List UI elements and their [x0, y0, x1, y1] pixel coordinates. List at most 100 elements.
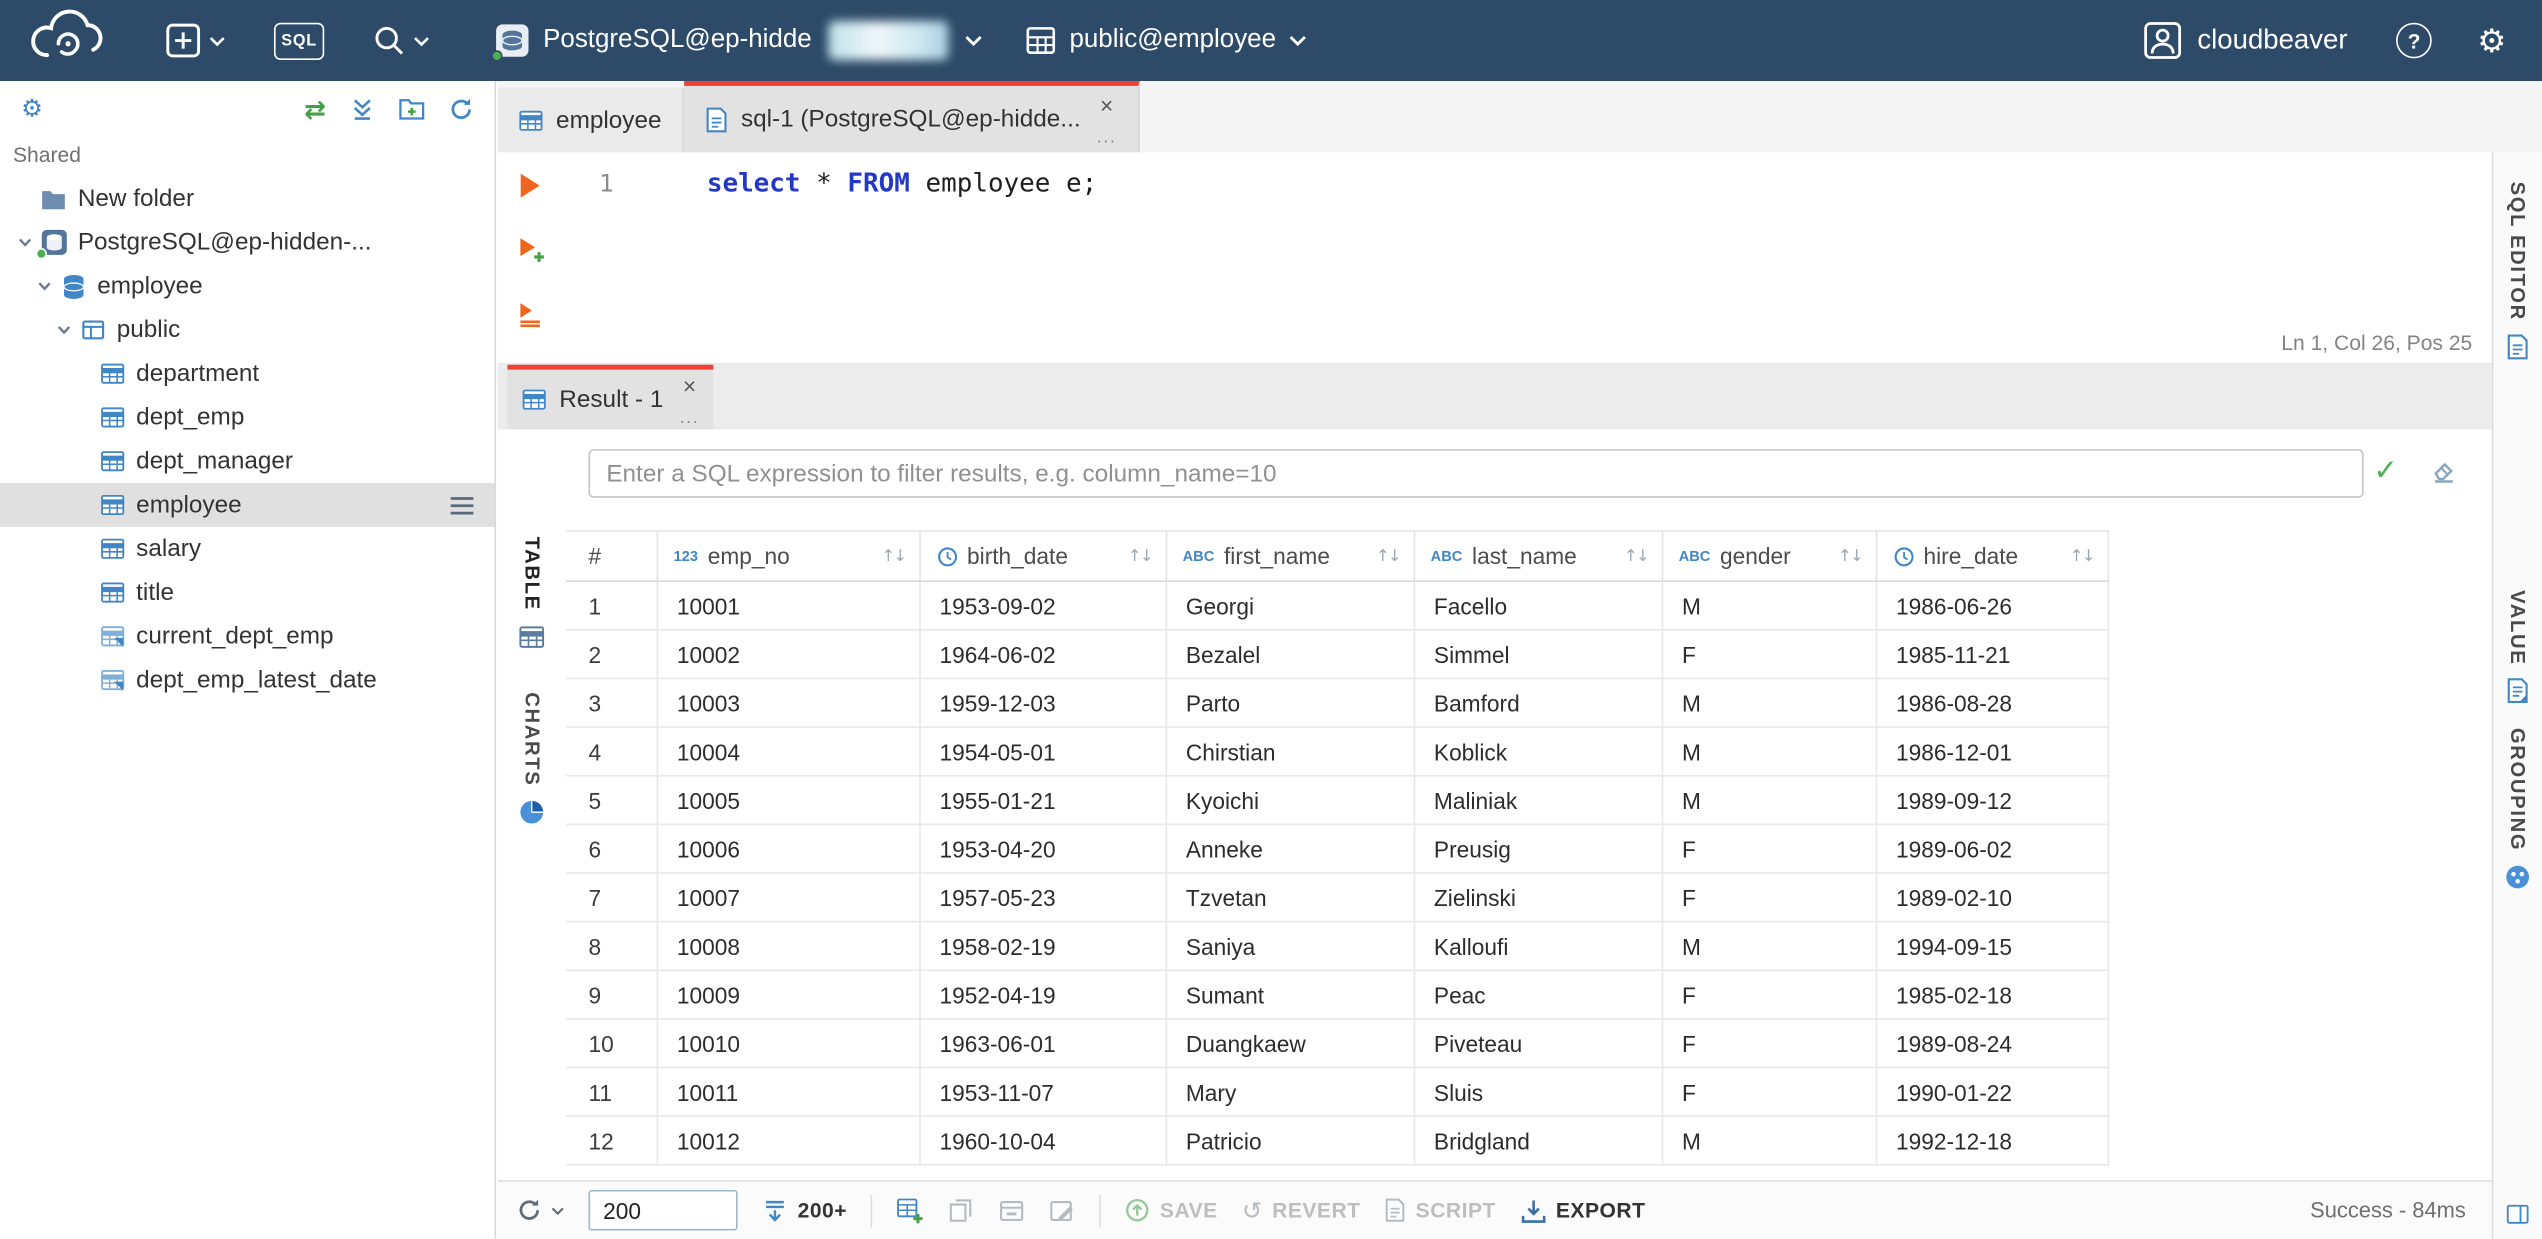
save-button[interactable]: SAVE — [1126, 1198, 1218, 1222]
grid-cell[interactable]: 10011 — [656, 1067, 921, 1117]
execute-query-button[interactable] — [517, 172, 541, 208]
grid-cell[interactable]: 1953-11-07 — [919, 1067, 1167, 1117]
grid-cell[interactable]: F — [1661, 824, 1877, 874]
column-header-gender[interactable]: ABC gender ↑↓ — [1661, 530, 1877, 583]
help-button[interactable]: ? — [2396, 22, 2432, 59]
tab-charts-presentation[interactable]: CHARTS — [498, 692, 566, 825]
grid-cell[interactable]: 10007 — [656, 873, 921, 923]
row-number-cell[interactable]: 4 — [565, 727, 658, 777]
sort-icon[interactable]: ↑↓ — [881, 547, 907, 565]
grid-cell[interactable]: F — [1661, 970, 1877, 1020]
grid-cell[interactable]: M — [1661, 678, 1877, 728]
grid-cell[interactable]: Kyoichi — [1165, 775, 1415, 826]
panel-toggle-icon[interactable] — [2493, 1203, 2542, 1226]
grid-cell[interactable]: 1954-05-01 — [919, 727, 1167, 777]
grid-cell[interactable]: Saniya — [1165, 921, 1415, 972]
grid-cell[interactable]: 1963-06-01 — [919, 1018, 1167, 1069]
revert-button[interactable]: ↺ REVERT — [1242, 1196, 1361, 1225]
sort-icon[interactable]: ↑↓ — [1838, 547, 1864, 565]
grid-cell[interactable]: 1989-02-10 — [1875, 873, 2109, 923]
collapse-all-icon[interactable] — [350, 96, 374, 120]
row-number-cell[interactable]: 2 — [565, 629, 658, 680]
row-number-cell[interactable]: 8 — [565, 921, 658, 972]
execute-query-new-tab-button[interactable] — [517, 237, 545, 273]
edit-value-button[interactable] — [1050, 1197, 1076, 1223]
row-number-cell[interactable]: 7 — [565, 873, 658, 923]
schema-selector[interactable]: public@employee — [1024, 24, 1307, 56]
export-button[interactable]: EXPORT — [1520, 1197, 1645, 1223]
tree-item-dept-emp-table[interactable]: dept_emp — [0, 396, 494, 440]
column-header-emp-no[interactable]: 123 emp_no ↑↓ — [656, 530, 921, 583]
grid-cell[interactable]: 1957-05-23 — [919, 873, 1167, 923]
sort-icon[interactable]: ↑↓ — [1376, 547, 1402, 565]
tree-item-dept-manager-table[interactable]: dept_manager — [0, 439, 494, 483]
delete-row-button[interactable] — [999, 1197, 1025, 1223]
grid-cell[interactable]: Maliniak — [1413, 775, 1663, 826]
row-number-cell[interactable]: 12 — [565, 1116, 658, 1166]
grid-row[interactable]: 4 10004 1954-05-01 Chirstian Koblick M 1… — [565, 727, 2109, 777]
grid-cell[interactable]: 1990-01-22 — [1875, 1067, 2109, 1117]
chevron-down-icon[interactable] — [49, 321, 78, 339]
grid-cell[interactable]: 1986-12-01 — [1875, 727, 2109, 777]
tab-grouping-panel[interactable]: GROUPING — [2493, 728, 2542, 890]
grid-cell[interactable]: 1953-04-20 — [919, 824, 1167, 874]
tab-value-panel[interactable]: VALUE — [2493, 590, 2542, 704]
grid-cell[interactable]: M — [1661, 1116, 1877, 1166]
grid-cell[interactable]: F — [1661, 629, 1877, 680]
grid-cell[interactable]: 10012 — [656, 1116, 921, 1166]
grid-cell[interactable]: Parto — [1165, 678, 1415, 728]
duplicate-row-button[interactable] — [949, 1197, 975, 1223]
sql-editor[interactable]: 1 select * FROM employee e; Ln 1, Col 26… — [497, 152, 2492, 365]
grid-cell[interactable]: Facello — [1413, 581, 1663, 631]
grid-cell[interactable]: Anneke — [1165, 824, 1415, 874]
refresh-results-button[interactable] — [517, 1198, 564, 1222]
grid-cell[interactable]: Piveteau — [1413, 1018, 1663, 1069]
row-limit-input[interactable] — [588, 1189, 738, 1231]
grid-cell[interactable]: Zielinski — [1413, 873, 1663, 923]
apply-filter-icon[interactable]: ✓ — [2373, 454, 2397, 488]
row-number-cell[interactable]: 9 — [565, 970, 658, 1020]
tab-more-icon[interactable]: ... — [1097, 128, 1117, 146]
sync-connection-icon[interactable]: ⇄ — [304, 93, 326, 124]
grid-cell[interactable]: Simmel — [1413, 629, 1663, 680]
grid-cell[interactable]: M — [1661, 921, 1877, 972]
grid-cell[interactable]: 1992-12-18 — [1875, 1116, 2109, 1166]
grid-row[interactable]: 6 10006 1953-04-20 Anneke Preusig F 1989… — [565, 824, 2109, 874]
grid-cell[interactable]: 1958-02-19 — [919, 921, 1167, 972]
row-number-cell[interactable]: 5 — [565, 775, 658, 826]
grid-cell[interactable]: M — [1661, 581, 1877, 631]
grid-row[interactable]: 10 10010 1963-06-01 Duangkaew Piveteau F… — [565, 1018, 2109, 1069]
settings-gear-icon[interactable]: ⚙ — [2477, 21, 2506, 60]
tree-item-new-folder[interactable]: New folder — [0, 177, 494, 221]
grid-cell[interactable]: 1985-11-21 — [1875, 629, 2109, 680]
grid-cell[interactable]: 1989-09-12 — [1875, 775, 2109, 826]
grid-cell[interactable]: Bamford — [1413, 678, 1663, 728]
grid-cell[interactable]: 1989-08-24 — [1875, 1018, 2109, 1069]
grid-row[interactable]: 9 10009 1952-04-19 Sumant Peac F 1985-02… — [565, 970, 2109, 1020]
add-folder-icon[interactable] — [399, 97, 425, 120]
grid-row[interactable]: 2 10002 1964-06-02 Bezalel Simmel F 1985… — [565, 629, 2109, 680]
grid-row[interactable]: 11 10011 1953-11-07 Mary Sluis F 1990-01… — [565, 1067, 2109, 1117]
tree-item-employee-table[interactable]: employee — [0, 483, 495, 527]
grid-cell[interactable]: Tzvetan — [1165, 873, 1415, 923]
column-header-first-name[interactable]: ABC first_name ↑↓ — [1165, 530, 1415, 583]
grid-cell[interactable]: 10005 — [656, 775, 921, 826]
tab-employee[interactable]: employee — [497, 87, 685, 153]
user-menu[interactable]: cloudbeaver — [2144, 21, 2348, 60]
open-sql-editor-button[interactable]: SQL — [273, 21, 325, 60]
grid-row[interactable]: 12 10012 1960-10-04 Patricio Bridgland M… — [565, 1116, 2109, 1166]
grid-cell[interactable]: 1953-09-02 — [919, 581, 1167, 631]
column-header-hire-date[interactable]: hire_date ↑↓ — [1875, 530, 2109, 583]
grid-cell[interactable]: 1964-06-02 — [919, 629, 1167, 680]
sort-icon[interactable]: ↑↓ — [2070, 547, 2096, 565]
grid-cell[interactable]: Kalloufi — [1413, 921, 1663, 972]
tab-sql-editor-panel[interactable]: SQL EDITOR — [2493, 182, 2542, 360]
grid-cell[interactable]: 1959-12-03 — [919, 678, 1167, 728]
grid-cell[interactable]: 1989-06-02 — [1875, 824, 2109, 874]
connection-selector[interactable]: PostgreSQL@ep-hidde — [491, 21, 982, 62]
grid-cell[interactable]: 10006 — [656, 824, 921, 874]
grid-cell[interactable]: Duangkaew — [1165, 1018, 1415, 1069]
grid-cell[interactable]: 1994-09-15 — [1875, 921, 2109, 972]
grid-cell[interactable]: Bezalel — [1165, 629, 1415, 680]
grid-row[interactable]: 1 10001 1953-09-02 Georgi Facello M 1986… — [565, 581, 2109, 631]
